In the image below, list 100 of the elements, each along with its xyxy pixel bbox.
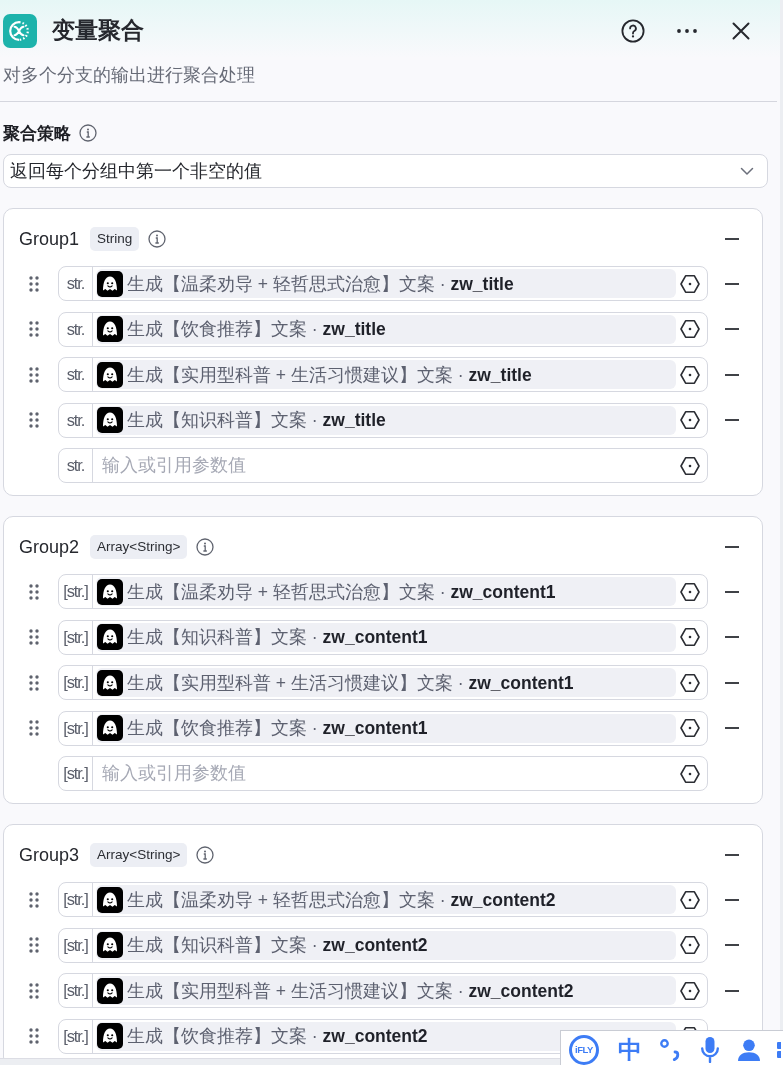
reference-tag[interactable]: 生成【实用型科普 + 生活习惯建议】文案 · zw_content1 (96, 668, 676, 697)
punctuation-icon[interactable] (660, 1038, 680, 1061)
grid-icon[interactable] (777, 1041, 781, 1058)
drag-handle-icon[interactable] (29, 321, 39, 337)
group-title: Group3 (19, 844, 80, 866)
value-field[interactable]: [str.] 输入或引用参数值 (58, 756, 708, 791)
reference-text: 生成【饮食推荐】文案 · zw_content1 (127, 717, 428, 740)
ghost-icon (97, 886, 123, 913)
type-label: [str.] (59, 757, 93, 790)
type-label: str. (59, 358, 93, 391)
drag-handle-icon[interactable] (29, 583, 39, 600)
type-label: [str.] (59, 928, 93, 962)
variable-field[interactable]: str. 生成【饮食推荐】文案 · zw_title (58, 311, 708, 347)
ghost-icon (97, 715, 123, 741)
ghost-icon (97, 361, 123, 388)
input-field[interactable]: 输入或引用参数值 (93, 758, 676, 789)
reference-tag[interactable]: 生成【知识科普】文案 · zw_title (96, 405, 676, 435)
reference-text: 生成【知识科普】文案 · zw_content1 (127, 626, 428, 649)
info-icon[interactable] (79, 124, 97, 142)
type-label: [str.] (59, 883, 93, 916)
ghost-icon (97, 407, 123, 433)
reference-tag[interactable]: 生成【实用型科普 + 生活习惯建议】文案 · zw_content2 (96, 976, 676, 1005)
type-tag: Array<String> (90, 843, 188, 867)
reference-tag[interactable]: 生成【知识科普】文案 · zw_content2 (96, 930, 676, 960)
drag-handle-icon[interactable] (29, 366, 39, 383)
reference-text: 生成【实用型科普 + 生活习惯建议】文案 · zw_content2 (127, 979, 574, 1003)
type-label: [str.] (59, 666, 93, 699)
drag-handle-icon[interactable] (29, 1028, 39, 1044)
ghost-icon (97, 316, 123, 342)
field-label: 聚合策略 (3, 122, 71, 145)
type-label: [str.] (59, 575, 93, 608)
drag-handle-icon[interactable] (29, 275, 39, 292)
reference-text: 生成【饮食推荐】文案 · zw_title (127, 318, 386, 341)
microphone-icon[interactable] (701, 1036, 719, 1063)
x-circle-logo-icon (3, 14, 37, 48)
variable-field[interactable]: [str.] 生成【温柔劝导 + 轻哲思式治愈】文案 · zw_content1 (58, 574, 708, 609)
reference-tag[interactable]: 生成【饮食推荐】文案 · zw_content1 (96, 713, 676, 743)
type-label: [str.] (59, 620, 93, 654)
variable-field[interactable]: str. 生成【实用型科普 + 生活习惯建议】文案 · zw_title (58, 357, 708, 392)
more-icon[interactable] (677, 29, 697, 33)
ime-logo[interactable]: iFLY (569, 1034, 599, 1065)
variable-field[interactable]: [str.] 生成【温柔劝导 + 轻哲思式治愈】文案 · zw_content2 (58, 882, 708, 917)
type-tag: String (90, 227, 140, 251)
variable-field[interactable]: [str.] 生成【知识科普】文案 · zw_content2 (58, 927, 708, 963)
strategy-select[interactable]: 返回每个分组中第一个非空的值 (3, 154, 768, 188)
reference-tag[interactable]: 生成【实用型科普 + 生活习惯建议】文案 · zw_title (96, 360, 676, 389)
drag-handle-icon[interactable] (29, 629, 39, 645)
reference-tag[interactable]: 生成【温柔劝导 + 轻哲思式治愈】文案 · zw_title (96, 269, 676, 298)
group-title: Group1 (19, 228, 80, 250)
reference-tag[interactable]: 生成【温柔劝导 + 轻哲思式治愈】文案 · zw_content1 (96, 577, 676, 606)
person-icon[interactable] (738, 1038, 760, 1061)
ghost-icon (97, 1023, 123, 1049)
type-label: [str.] (59, 711, 93, 745)
variable-field[interactable]: [str.] 生成【饮食推荐】文案 · zw_content1 (58, 710, 708, 746)
input-field[interactable]: 输入或引用参数值 (93, 450, 676, 481)
drag-handle-icon[interactable] (29, 720, 39, 736)
minus-icon[interactable] (725, 373, 739, 376)
reference-text: 生成【知识科普】文案 · zw_title (127, 409, 386, 432)
variable-field[interactable]: [str.] 生成【知识科普】文案 · zw_content1 (58, 619, 708, 655)
minus-icon[interactable] (725, 898, 739, 901)
info-icon[interactable] (196, 846, 215, 864)
variable-field[interactable]: [str.] 生成【实用型科普 + 生活习惯建议】文案 · zw_content1 (58, 665, 708, 700)
type-label: str. (59, 267, 93, 300)
minus-icon[interactable] (725, 681, 739, 684)
variable-field[interactable]: [str.] 生成【实用型科普 + 生活习惯建议】文案 · zw_content2 (58, 973, 708, 1008)
drag-handle-icon[interactable] (29, 891, 39, 908)
value-field[interactable]: str. 输入或引用参数值 (58, 448, 708, 483)
type-label: str. (59, 312, 93, 346)
close-icon[interactable] (732, 22, 750, 40)
reference-text: 生成【实用型科普 + 生活习惯建议】文案 · zw_title (127, 363, 532, 387)
reference-text: 生成【知识科普】文案 · zw_content2 (127, 934, 428, 957)
group-title: Group2 (19, 536, 80, 558)
help-icon[interactable] (621, 19, 645, 43)
info-icon[interactable] (148, 230, 167, 248)
panel-description: 对多个分支的输出进行聚合处理 (3, 64, 256, 87)
drag-handle-icon[interactable] (29, 937, 39, 953)
ghost-icon (97, 578, 123, 605)
ghost-icon (97, 270, 123, 297)
minus-icon[interactable] (725, 282, 739, 285)
type-label: [str.] (59, 1019, 93, 1053)
reference-text: 生成【温柔劝导 + 轻哲思式治愈】文案 · zw_content1 (127, 580, 556, 604)
variable-field[interactable]: str. 生成【温柔劝导 + 轻哲思式治愈】文案 · zw_title (58, 266, 708, 301)
reference-text: 生成【温柔劝导 + 轻哲思式治愈】文案 · zw_title (127, 272, 514, 296)
drag-handle-icon[interactable] (29, 982, 39, 999)
drag-handle-icon[interactable] (29, 674, 39, 691)
info-icon[interactable] (196, 538, 215, 556)
type-label: [str.] (59, 974, 93, 1007)
minus-icon[interactable] (725, 989, 739, 992)
ghost-icon (97, 977, 123, 1004)
ghost-icon (97, 932, 123, 958)
ghost-icon (97, 624, 123, 650)
reference-tag[interactable]: 生成【饮食推荐】文案 · zw_title (96, 314, 676, 344)
reference-text: 生成【温柔劝导 + 轻哲思式治愈】文案 · zw_content2 (127, 888, 556, 912)
reference-tag[interactable]: 生成【知识科普】文案 · zw_content1 (96, 622, 676, 652)
ghost-icon (97, 669, 123, 696)
type-tag: Array<String> (90, 535, 188, 559)
variable-field[interactable]: str. 生成【知识科普】文案 · zw_title (58, 402, 708, 438)
drag-handle-icon[interactable] (29, 412, 39, 428)
reference-tag[interactable]: 生成【温柔劝导 + 轻哲思式治愈】文案 · zw_content2 (96, 885, 676, 914)
minus-icon[interactable] (725, 590, 739, 593)
